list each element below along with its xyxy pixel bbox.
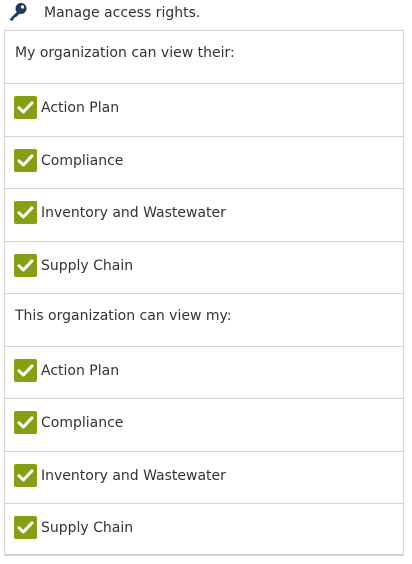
list-item-their-supply-chain[interactable]: Supply Chain xyxy=(5,242,403,294)
access-rights-panel: My organization can view their: Action P… xyxy=(4,30,404,556)
section-label: My organization can view their: xyxy=(15,45,235,61)
check-icon xyxy=(17,416,34,429)
inventory-wastewater-checkbox[interactable] xyxy=(14,464,37,487)
key-icon xyxy=(8,2,28,22)
check-icon xyxy=(17,364,34,377)
inventory-wastewater-checkbox[interactable] xyxy=(14,201,37,224)
list-item-my-compliance[interactable]: Compliance xyxy=(5,399,403,452)
checkbox-label: Action Plan xyxy=(41,363,120,379)
checkbox-label: Inventory and Wastewater xyxy=(41,205,226,221)
header: Manage access rights. xyxy=(0,0,412,28)
check-icon xyxy=(17,154,34,167)
checkbox-label: Supply Chain xyxy=(41,258,134,274)
section-label: This organization can view my: xyxy=(15,308,232,324)
checkbox-label: Supply Chain xyxy=(41,520,134,536)
list-item-their-compliance[interactable]: Compliance xyxy=(5,137,403,189)
checkbox-label: Action Plan xyxy=(41,100,120,116)
list-item-my-inventory-wastewater[interactable]: Inventory and Wastewater xyxy=(5,452,403,504)
supply-chain-checkbox[interactable] xyxy=(14,516,37,539)
list-item-their-action-plan[interactable]: Action Plan xyxy=(5,84,403,137)
supply-chain-checkbox[interactable] xyxy=(14,254,37,277)
action-plan-checkbox[interactable] xyxy=(14,96,37,119)
page-title: Manage access rights. xyxy=(44,5,201,21)
checkbox-label: Compliance xyxy=(41,415,124,431)
list-item-my-action-plan[interactable]: Action Plan xyxy=(5,347,403,399)
list-item-my-supply-chain[interactable]: Supply Chain xyxy=(5,504,403,554)
section-header-view-my: This organization can view my: xyxy=(5,294,403,347)
checkbox-label: Compliance xyxy=(41,153,124,169)
list-item-their-inventory-wastewater[interactable]: Inventory and Wastewater xyxy=(5,189,403,242)
check-icon xyxy=(17,521,34,534)
action-plan-checkbox[interactable] xyxy=(14,359,37,382)
compliance-checkbox[interactable] xyxy=(14,149,37,172)
check-icon xyxy=(17,206,34,219)
check-icon xyxy=(17,469,34,482)
section-header-view-their: My organization can view their: xyxy=(5,31,403,84)
compliance-checkbox[interactable] xyxy=(14,411,37,434)
check-icon xyxy=(17,259,34,272)
check-icon xyxy=(17,101,34,114)
checkbox-label: Inventory and Wastewater xyxy=(41,468,226,484)
